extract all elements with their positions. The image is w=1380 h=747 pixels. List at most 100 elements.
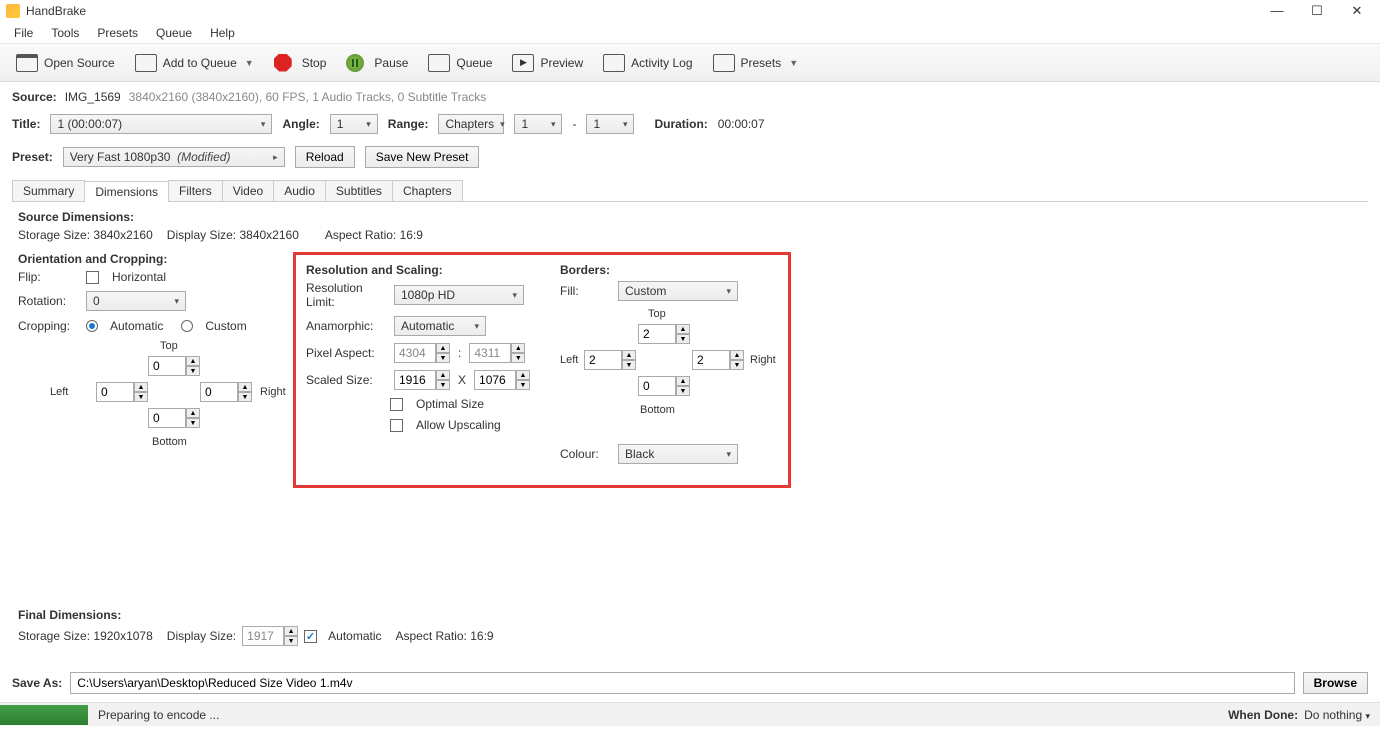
crop-bottom-spinner[interactable]: ▲▼ xyxy=(148,408,200,428)
tab-chapters[interactable]: Chapters xyxy=(392,180,463,201)
final-display-input[interactable] xyxy=(242,626,284,646)
borders-cross: Top ▲▼ Left ▲▼ ▲▼ Right ▲▼ Bottom xyxy=(560,308,770,438)
rotation-label: Rotation: xyxy=(18,294,78,308)
cropping-custom-radio[interactable] xyxy=(181,320,193,332)
border-bottom-spinner[interactable]: ▲▼ xyxy=(638,376,690,396)
close-button[interactable]: ✕ xyxy=(1348,3,1366,19)
fill-select[interactable]: Custom▾ xyxy=(618,281,738,301)
preset-select[interactable]: Very Fast 1080p30 (Modified) ▸ xyxy=(63,147,285,167)
menu-presets[interactable]: Presets xyxy=(89,24,146,42)
add-to-queue-button[interactable]: Add to Queue ▼ xyxy=(127,50,262,76)
border-right-spinner[interactable]: ▲▼ xyxy=(692,350,744,370)
duration-label: Duration: xyxy=(654,117,707,131)
scaled-w-input[interactable] xyxy=(394,370,436,390)
stop-button[interactable]: Stop xyxy=(266,51,335,75)
reload-button[interactable]: Reload xyxy=(295,146,355,168)
chevron-down-icon[interactable]: ▼ xyxy=(789,58,798,68)
crop-bottom-label: Bottom xyxy=(152,436,187,448)
source-storage-label: Storage Size: xyxy=(18,228,90,242)
menu-file[interactable]: File xyxy=(6,24,41,42)
tab-filters[interactable]: Filters xyxy=(168,180,223,201)
crop-bottom-input[interactable] xyxy=(148,408,186,428)
pixel-aspect-w-spinner[interactable]: ▲▼ xyxy=(394,343,450,363)
tab-summary[interactable]: Summary xyxy=(12,180,85,201)
preview-label: Preview xyxy=(540,56,583,70)
final-display-label: Display Size: xyxy=(167,629,236,643)
when-done-select[interactable]: Do nothing ▾ xyxy=(1304,708,1370,722)
colour-select[interactable]: Black▾ xyxy=(618,444,738,464)
range-label: Range: xyxy=(388,117,429,131)
tab-video[interactable]: Video xyxy=(222,180,274,201)
crop-top-input[interactable] xyxy=(148,356,186,376)
borders-head: Borders: xyxy=(560,263,778,277)
cropping-cross: Top ▲▼ Left ▲▼ ▲▼ Right ▲▼ Bottom xyxy=(78,340,278,480)
pixel-aspect-w-input[interactable] xyxy=(394,343,436,363)
resolution-limit-select[interactable]: 1080p HD▾ xyxy=(394,285,524,305)
tab-audio[interactable]: Audio xyxy=(273,180,326,201)
log-icon xyxy=(603,53,625,73)
save-new-preset-button[interactable]: Save New Preset xyxy=(365,146,480,168)
preview-button[interactable]: ▶ Preview xyxy=(504,50,591,76)
scaled-h-spinner[interactable]: ▲▼ xyxy=(474,370,530,390)
browse-button[interactable]: Browse xyxy=(1303,672,1368,694)
tab-dimensions[interactable]: Dimensions xyxy=(84,181,169,202)
border-left-input[interactable] xyxy=(584,350,622,370)
scaled-sep: X xyxy=(458,373,466,387)
border-top-input[interactable] xyxy=(638,324,676,344)
crop-top-spinner[interactable]: ▲▼ xyxy=(148,356,200,376)
add-queue-label: Add to Queue xyxy=(163,56,237,70)
activity-log-button[interactable]: Activity Log xyxy=(595,50,700,76)
chevron-down-icon[interactable]: ▼ xyxy=(245,58,254,68)
tab-subtitles[interactable]: Subtitles xyxy=(325,180,393,201)
menu-queue[interactable]: Queue xyxy=(148,24,200,42)
save-path-input[interactable] xyxy=(70,672,1294,694)
crop-top-label: Top xyxy=(160,340,178,352)
pause-button[interactable]: Pause xyxy=(338,51,416,75)
save-as-row: Save As: Browse xyxy=(0,666,1380,702)
range-from-select[interactable]: 1▾ xyxy=(514,114,562,134)
pixel-aspect-h-input[interactable] xyxy=(469,343,511,363)
range-to-select[interactable]: 1▾ xyxy=(586,114,634,134)
optimal-size-checkbox[interactable] xyxy=(390,398,403,411)
queue-button[interactable]: Queue xyxy=(420,50,500,76)
open-source-button[interactable]: Open Source xyxy=(8,50,123,76)
range-to-value: 1 xyxy=(593,117,600,131)
presets-button[interactable]: Presets ▼ xyxy=(705,50,807,76)
scaled-h-input[interactable] xyxy=(474,370,516,390)
source-aspect-label: Aspect Ratio: xyxy=(325,228,396,242)
crop-left-spinner[interactable]: ▲▼ xyxy=(96,382,148,402)
final-storage-label: Storage Size: xyxy=(18,629,90,643)
menu-tools[interactable]: Tools xyxy=(43,24,87,42)
cropping-auto-radio[interactable] xyxy=(86,320,98,332)
rotation-select[interactable]: 0▾ xyxy=(86,291,186,311)
allow-upscaling-label: Allow Upscaling xyxy=(416,418,501,432)
border-right-input[interactable] xyxy=(692,350,730,370)
crop-left-input[interactable] xyxy=(96,382,134,402)
angle-select[interactable]: 1▾ xyxy=(330,114,378,134)
anamorphic-select[interactable]: Automatic▾ xyxy=(394,316,486,336)
menu-help[interactable]: Help xyxy=(202,24,243,42)
border-bottom-input[interactable] xyxy=(638,376,676,396)
source-display-value: 3840x2160 xyxy=(239,228,298,242)
border-top-spinner[interactable]: ▲▼ xyxy=(638,324,690,344)
allow-upscaling-checkbox[interactable] xyxy=(390,419,403,432)
source-storage-value: 3840x2160 xyxy=(93,228,152,242)
open-source-label: Open Source xyxy=(44,56,115,70)
scaled-w-spinner[interactable]: ▲▼ xyxy=(394,370,450,390)
maximize-button[interactable]: ☐ xyxy=(1308,3,1326,19)
range-type-select[interactable]: Chapters▾ xyxy=(438,114,504,134)
activity-log-label: Activity Log xyxy=(631,56,692,70)
crop-right-spinner[interactable]: ▲▼ xyxy=(200,382,252,402)
border-left-spinner[interactable]: ▲▼ xyxy=(584,350,636,370)
title-select[interactable]: 1 (00:00:07)▾ xyxy=(50,114,272,134)
flip-horizontal-checkbox[interactable] xyxy=(86,271,99,284)
resolution-head: Resolution and Scaling: xyxy=(306,263,530,277)
pixel-aspect-h-spinner[interactable]: ▲▼ xyxy=(469,343,525,363)
crop-right-input[interactable] xyxy=(200,382,238,402)
title-row: Title: 1 (00:00:07)▾ Angle: 1▾ Range: Ch… xyxy=(12,114,1368,134)
final-auto-checkbox[interactable] xyxy=(304,630,317,643)
minimize-button[interactable]: — xyxy=(1268,3,1286,19)
final-display-spinner[interactable]: ▲▼ xyxy=(242,626,298,646)
fill-value: Custom xyxy=(625,284,666,298)
final-aspect-value: 16:9 xyxy=(470,629,493,643)
